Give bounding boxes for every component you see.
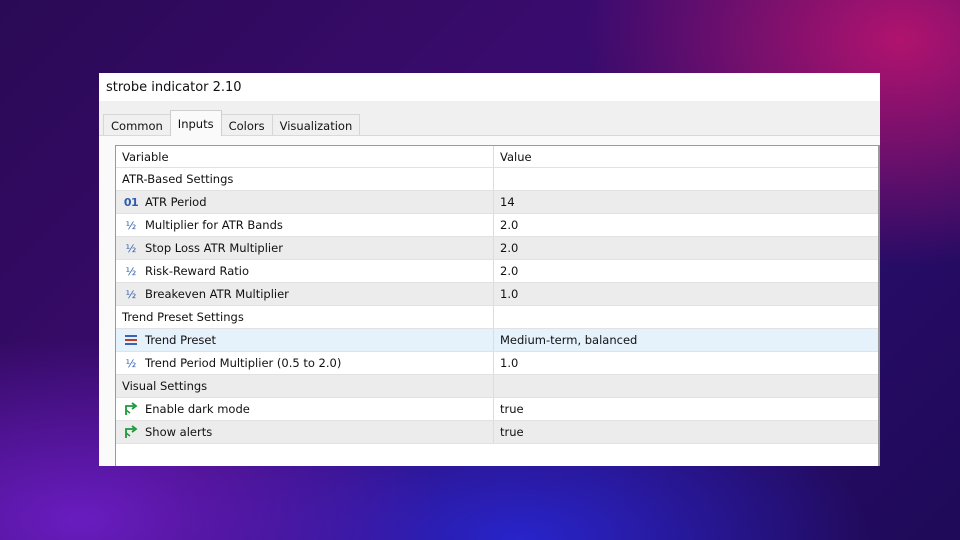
param-label: Breakeven ATR Multiplier xyxy=(145,287,289,301)
param-value[interactable]: 2.0 xyxy=(494,260,878,282)
section-value xyxy=(494,168,878,190)
param-label: Risk-Reward Ratio xyxy=(145,264,249,278)
bool-arrow-icon xyxy=(122,425,140,439)
section-label: Trend Preset Settings xyxy=(116,306,494,328)
param-row-risk-reward[interactable]: ½ Risk-Reward Ratio 2.0 xyxy=(116,260,878,283)
bool-arrow-icon xyxy=(122,402,140,416)
param-label: Multiplier for ATR Bands xyxy=(145,218,283,232)
inputs-grid: Variable Value ATR-Based Settings 01 ATR… xyxy=(115,145,880,466)
param-label: Trend Preset xyxy=(145,333,216,347)
section-label: ATR-Based Settings xyxy=(116,168,494,190)
param-value[interactable]: true xyxy=(494,421,878,443)
tab-visualization[interactable]: Visualization xyxy=(271,114,361,136)
window-title: strobe indicator 2.10 xyxy=(99,73,880,101)
double-icon: ½ xyxy=(125,218,137,232)
param-value[interactable]: 1.0 xyxy=(494,352,878,374)
param-row-show-alerts[interactable]: Show alerts true xyxy=(116,421,878,444)
param-value[interactable]: 1.0 xyxy=(494,283,878,305)
double-icon: ½ xyxy=(125,264,137,278)
param-value[interactable]: true xyxy=(494,398,878,420)
param-value[interactable]: 14 xyxy=(494,191,878,213)
param-label: Show alerts xyxy=(145,425,213,439)
double-icon: ½ xyxy=(125,241,137,255)
tab-colors[interactable]: Colors xyxy=(220,114,273,136)
dialog-window: strobe indicator 2.10 Common Inputs Colo… xyxy=(99,73,880,466)
section-value xyxy=(494,306,878,328)
param-row-trend-preset[interactable]: Trend Preset Medium-term, balanced xyxy=(116,329,878,352)
tab-bar: Common Inputs Colors Visualization xyxy=(103,110,361,136)
param-value[interactable]: 2.0 xyxy=(494,214,878,236)
param-row-multiplier-atr-bands[interactable]: ½ Multiplier for ATR Bands 2.0 xyxy=(116,214,878,237)
param-value[interactable]: 2.0 xyxy=(494,237,878,259)
inputs-panel: Variable Value ATR-Based Settings 01 ATR… xyxy=(99,135,880,466)
double-icon: ½ xyxy=(125,356,137,370)
param-row-enable-dark-mode[interactable]: Enable dark mode true xyxy=(116,398,878,421)
column-header-value[interactable]: Value xyxy=(494,146,878,167)
section-value xyxy=(494,375,878,397)
tab-common[interactable]: Common xyxy=(103,114,171,136)
param-label: Enable dark mode xyxy=(145,402,250,416)
param-row-stop-loss-atr[interactable]: ½ Stop Loss ATR Multiplier 2.0 xyxy=(116,237,878,260)
section-row: Visual Settings xyxy=(116,375,878,398)
double-icon: ½ xyxy=(125,287,137,301)
param-row-atr-period[interactable]: 01 ATR Period 14 xyxy=(116,191,878,214)
section-label: Visual Settings xyxy=(116,375,494,397)
column-header-variable[interactable]: Variable xyxy=(116,146,494,167)
param-label: ATR Period xyxy=(145,195,207,209)
enum-list-icon xyxy=(122,334,140,346)
integer-icon: 01 xyxy=(123,195,139,209)
param-value-dropdown[interactable]: Medium-term, balanced xyxy=(494,329,878,351)
section-row: ATR-Based Settings xyxy=(116,168,878,191)
section-row: Trend Preset Settings xyxy=(116,306,878,329)
grid-header: Variable Value xyxy=(116,146,878,168)
param-label: Trend Period Multiplier (0.5 to 2.0) xyxy=(145,356,342,370)
param-row-breakeven-atr[interactable]: ½ Breakeven ATR Multiplier 1.0 xyxy=(116,283,878,306)
param-row-trend-period-multiplier[interactable]: ½ Trend Period Multiplier (0.5 to 2.0) 1… xyxy=(116,352,878,375)
tab-inputs[interactable]: Inputs xyxy=(169,110,222,136)
param-label: Stop Loss ATR Multiplier xyxy=(145,241,283,255)
